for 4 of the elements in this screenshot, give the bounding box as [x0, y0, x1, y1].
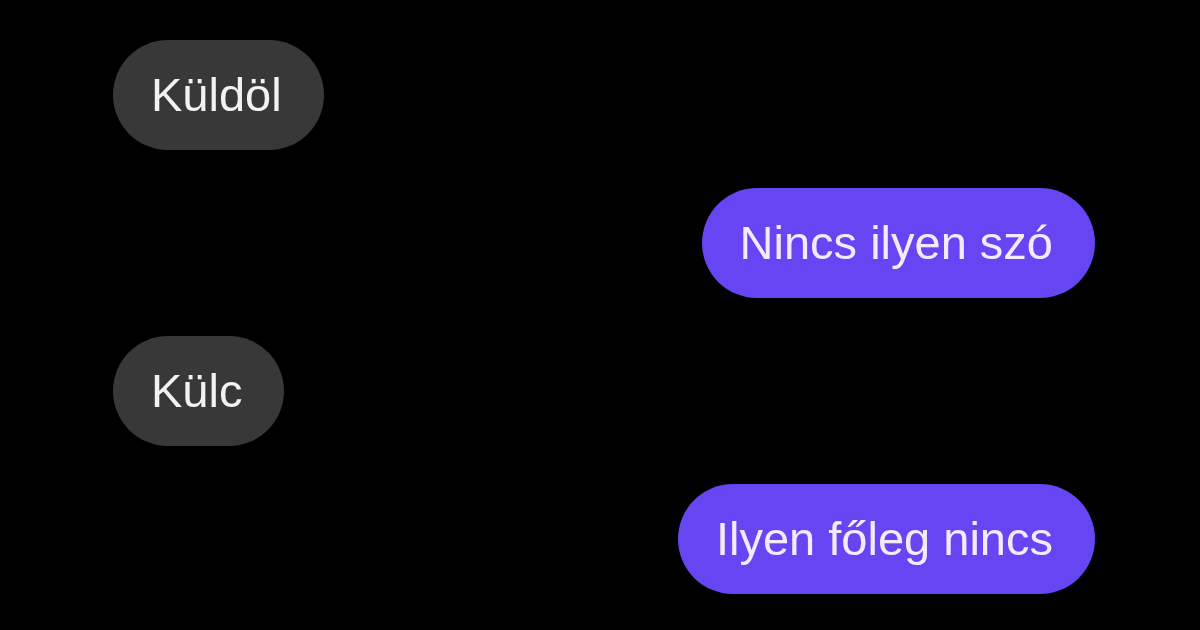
message-bubble: Külc — [113, 336, 285, 446]
message-bubble: Küldöl — [113, 40, 324, 150]
message-bubble: Ilyen főleg nincs — [677, 484, 1095, 594]
message-bubble: Nincs ilyen szó — [701, 188, 1095, 298]
